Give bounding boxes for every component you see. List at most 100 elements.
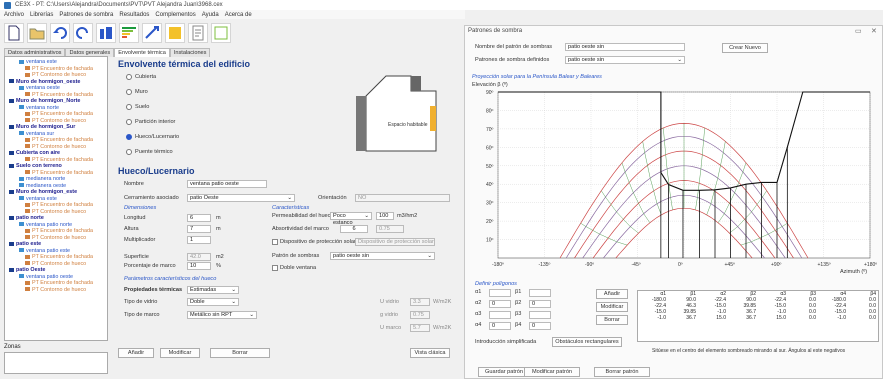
polygon-button[interactable]: Modificar [596,302,628,312]
envelope-option[interactable]: Puente térmico [126,149,179,155]
chevron-down-icon: ⌄ [249,312,254,318]
table-row[interactable]: -1.0 36.7 15.0 36.7 15.0 0.0 -1.0 0.0 [638,315,878,321]
new-file-icon[interactable] [4,23,24,43]
delete-pattern-button[interactable]: Borrar patrón [594,367,650,377]
menu-item[interactable]: Resultados [119,12,149,18]
hueco-title: Hueco/Lucernario [118,166,195,176]
tree-node-icon [25,92,30,97]
envelope-option[interactable]: Hueco/Lucernario [126,134,179,140]
tree-item-label: PT Contorno de hueco [32,260,87,267]
tree-item-label: PT Encuentro de fachada [32,91,94,98]
envelope-option-label: Muro [135,89,148,95]
modify-button[interactable]: Modificar [160,348,200,358]
tree-node-icon [19,222,24,227]
tab-2[interactable]: Envolvente térmica [114,48,170,57]
beta-label: β4 [515,322,522,328]
proteccion-solar-check[interactable]: Dispositivo de protección solar [272,239,356,245]
permeabilidad-input[interactable]: 100 [376,212,394,220]
modify-pattern-button[interactable]: Modificar patrón [524,367,580,377]
u-vidrio-field: 3.3 [410,298,430,306]
porcentaje-marco-input[interactable]: 10 [187,262,211,270]
improvement-icon[interactable] [142,23,162,43]
report-icon[interactable] [188,23,208,43]
building-envelope-icon[interactable] [96,23,116,43]
y-tick-label: 90º [486,90,494,96]
cerramiento-select[interactable]: patio Oeste ⌄ [187,194,295,202]
polygon-button[interactable]: Borrar [596,315,628,325]
longitud-input[interactable]: 6 [187,214,211,222]
menu-item[interactable]: Acerca de [225,12,252,18]
create-new-button[interactable]: Crear Nuevo [722,43,768,53]
alpha-input[interactable]: 0 [489,322,511,330]
certificate-icon[interactable] [211,23,231,43]
shadow-defined-select[interactable]: patio oeste sin ⌄ [565,56,685,64]
patron-sombras-label: Patrón de sombras [272,253,320,259]
tree-node-icon [25,280,30,285]
table-cell: 0.0 [809,315,816,321]
x-tick-label: -45º [632,262,641,268]
beta-label: β1 [515,289,522,295]
caracteristicas-label: Características [272,205,310,211]
tipo-marco-select[interactable]: Metálico sin RPT ⌄ [187,311,257,319]
patron-sombras-value: patio oeste sin [333,253,370,259]
tab-3[interactable]: Instalaciones [169,48,211,57]
menu-item[interactable]: Archivo [4,12,24,18]
alpha-input[interactable]: 0 [489,300,511,308]
polygon-table[interactable]: α1 β1 α2 β2 α3 β3 α4 β4 -180.0 90.0 -22.4 90.0 -22.4… [637,290,879,342]
beta-input[interactable]: 0 [529,322,551,330]
tree-item-label: Muro de hormigon_oeste [16,78,81,85]
rect-obstacles-button[interactable]: Obstáculos rectangulares [552,337,622,347]
porcentaje-marco-label: Porcentaje de marco [124,263,176,269]
envelope-tree[interactable]: ventana este PT Encuentro de fachada PT Co… [4,56,108,341]
menu-item[interactable]: Ayuda [202,12,219,18]
undo-icon[interactable] [50,23,70,43]
close-icon[interactable]: ✕ [871,27,877,35]
envelope-option-label: Partición interior [135,119,176,125]
doble-ventana-check[interactable]: Doble ventana [272,265,316,271]
menu-item[interactable]: Complementos [155,12,195,18]
altura-input[interactable]: 7 [187,225,211,233]
alpha-input[interactable] [489,289,511,297]
add-button[interactable]: Añadir [118,348,154,358]
tipo-vidrio-select[interactable]: Doble ⌄ [187,298,239,306]
rating-bars-icon[interactable] [119,23,139,43]
beta-input[interactable]: 0 [529,300,551,308]
patron-sombras-select[interactable]: patio oeste sin ⌄ [330,252,435,260]
x-tick-label: +90º [771,262,781,268]
solar-projection-chart[interactable]: Proyección solar para la Península Balea… [470,72,880,277]
classic-view-button[interactable]: Vista clásica [410,348,450,358]
zones-list[interactable] [4,352,108,374]
open-folder-icon[interactable] [27,23,47,43]
polygon-button[interactable]: Añadir [596,289,628,299]
tree-node-icon [9,124,14,129]
tree-item[interactable]: PT Contorno de hueco [7,287,105,294]
absortividad-color[interactable]: 6 [340,225,368,233]
permeabilidad-select[interactable]: Poco estanco ⌄ [330,212,372,226]
menu-item[interactable]: Patrones de sombra [59,12,113,18]
beta-input[interactable] [529,311,551,319]
multiplicador-label: Multiplicador [124,237,156,243]
envelope-option[interactable]: Muro [126,89,179,95]
chevron-down-icon: ⌄ [364,213,369,219]
envelope-option[interactable]: Suelo [126,104,179,110]
nombre-input[interactable]: ventana patio oeste [187,180,267,188]
menu-item[interactable]: Librerías [30,12,53,18]
x-tick-label: +45º [725,262,735,268]
save-pattern-button[interactable]: Guardar patrón [478,367,530,377]
beta-input[interactable] [529,289,551,297]
propiedades-select[interactable]: Estimadas ⌄ [187,286,239,294]
envelope-option[interactable]: Cubierta [126,74,179,80]
envelope-option-label: Suelo [135,104,150,110]
economic-icon[interactable] [165,23,185,43]
delete-button[interactable]: Borrar [210,348,270,358]
multiplicador-input[interactable]: 1 [187,236,211,244]
alpha-input[interactable] [489,311,511,319]
redo-icon[interactable] [73,23,93,43]
minimize-icon[interactable]: ▭ [855,27,862,35]
orientation-field: NO [355,194,450,202]
envelope-option[interactable]: Partición interior [126,119,179,125]
tree-node-icon [19,183,24,188]
shadow-defined-value: patio oeste sin [568,57,605,63]
shadow-name-input[interactable]: patio oeste sin [565,43,685,51]
tree-item-label: medianera oeste [26,182,67,189]
